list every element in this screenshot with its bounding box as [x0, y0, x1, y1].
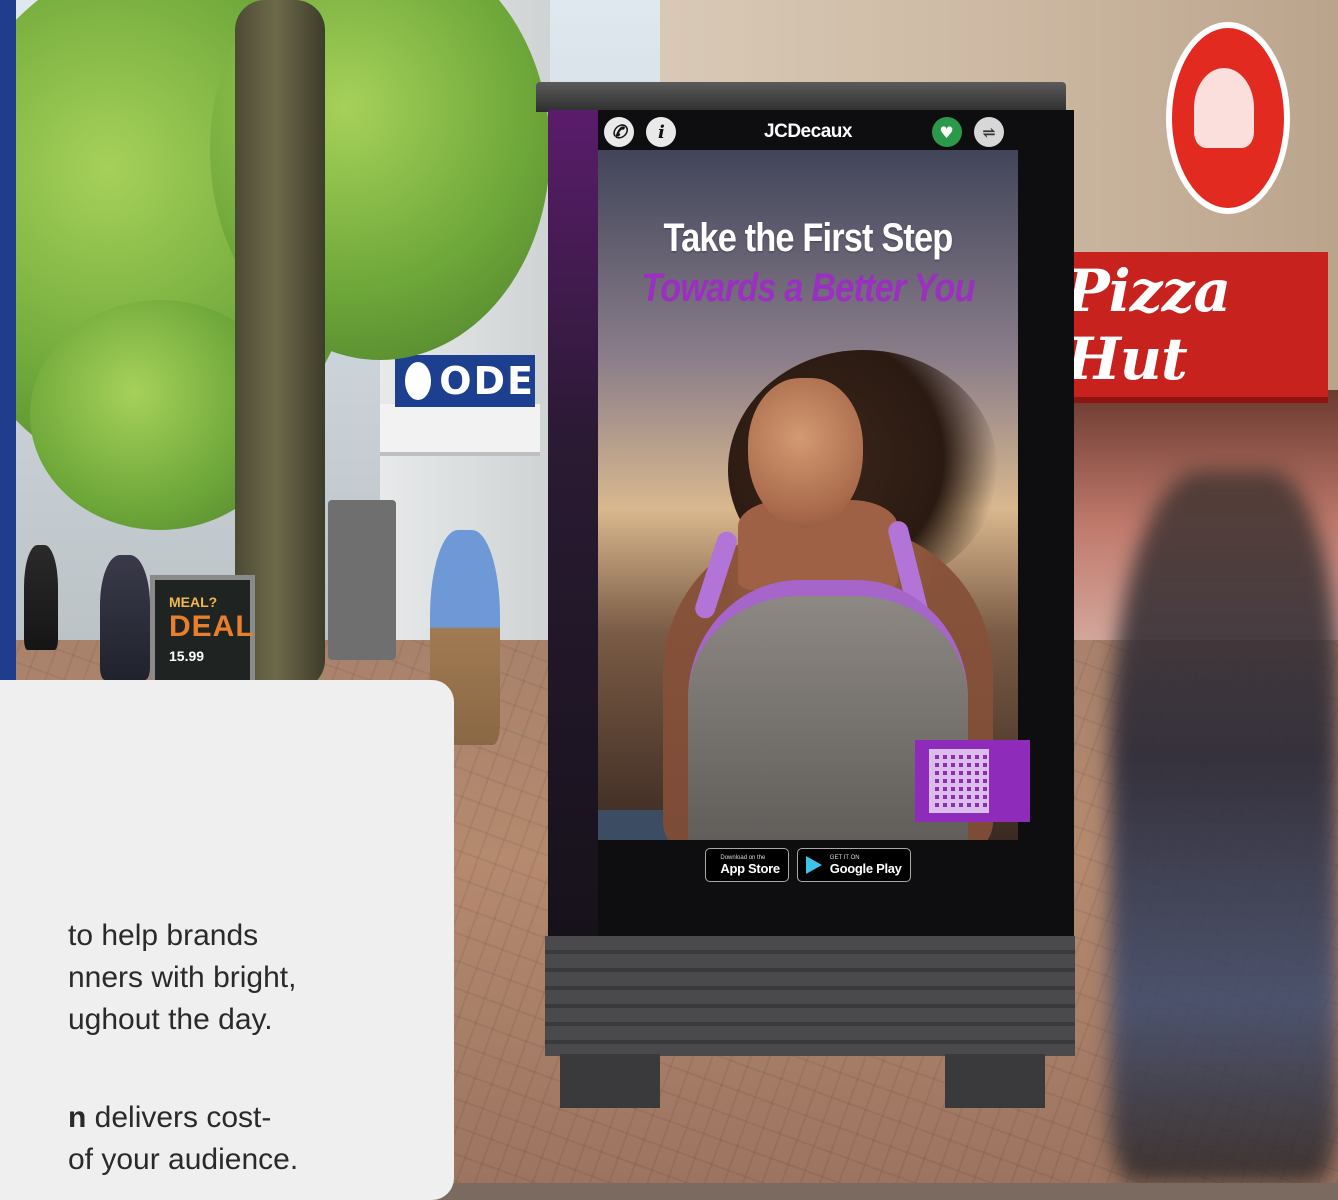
- kiosk-roof: [536, 82, 1066, 112]
- topbar-left-icons: ✆ i: [604, 117, 684, 147]
- a-board-line1: MEAL?: [169, 594, 218, 610]
- card-line: ughout the day.: [68, 1003, 273, 1036]
- ad-headline-line1: Take the First Step: [663, 216, 954, 260]
- qr-code-panel: [915, 740, 1030, 822]
- phone-icon: ✆: [604, 117, 634, 147]
- store-badges: Download on the App Store GET IT ON Goog…: [598, 848, 1018, 888]
- blurred-pedestrian: [1110, 470, 1338, 1183]
- card-line: to help brands: [68, 919, 259, 952]
- google-play-big-text: Google Play: [829, 860, 902, 876]
- a-board-sign: MEAL? DEAL 15.99: [150, 575, 255, 685]
- pizza-hut-sign-text: Pizza Hut: [1066, 256, 1231, 393]
- card-line: n delivers cost-: [68, 1098, 528, 1138]
- ticket-kiosk: [328, 500, 396, 660]
- pizza-hut-sign: Pizza Hut: [1066, 252, 1328, 403]
- heart-icon: ♥: [931, 117, 962, 147]
- a-board-line2: DEAL: [169, 610, 255, 643]
- usb-icon: ⇌: [973, 117, 1004, 147]
- brand-logo: JCDecaux: [764, 121, 852, 142]
- info-icon: i: [646, 117, 677, 147]
- app-store-big-text: App Store: [720, 860, 780, 876]
- pedestrian: [100, 555, 150, 680]
- google-play-badge: GET IT ON Google Play: [796, 848, 911, 882]
- ad-headline-line2: Towards a Better You: [641, 266, 975, 310]
- qr-code-icon: [929, 749, 989, 813]
- a-board-price: 15.99: [169, 648, 205, 664]
- blue-edge-strip: [0, 0, 16, 680]
- odeon-sign: ODE: [395, 355, 535, 407]
- pizza-hut-roundel-logo: [1166, 22, 1290, 214]
- kiosk-base: [545, 936, 1075, 1056]
- billboard-topbar: ✆ i JCDecaux ♥ ⇌: [598, 112, 1018, 152]
- kiosk-leg: [560, 1054, 660, 1108]
- topbar-right-icons: ♥ ⇌: [931, 117, 1012, 147]
- card-bold-fragment: n: [68, 1101, 87, 1134]
- play-icon: [805, 856, 822, 874]
- app-store-badge: Download on the App Store: [705, 848, 789, 882]
- odeon-canopy: [380, 404, 540, 456]
- card-line-rest: delivers cost-: [86, 1101, 272, 1134]
- kiosk-side-glow: [548, 110, 598, 936]
- card-line: of your audience.: [68, 1143, 299, 1176]
- kiosk-leg: [945, 1054, 1045, 1108]
- runner-face: [748, 378, 863, 528]
- card-line: nners with bright,: [68, 961, 297, 994]
- odeon-sign-text: ODE: [439, 359, 535, 403]
- pedestrian: [24, 545, 58, 650]
- text-card: to help brands nners with bright, ughout…: [0, 680, 454, 1200]
- odeon-badge-logo: [405, 362, 432, 400]
